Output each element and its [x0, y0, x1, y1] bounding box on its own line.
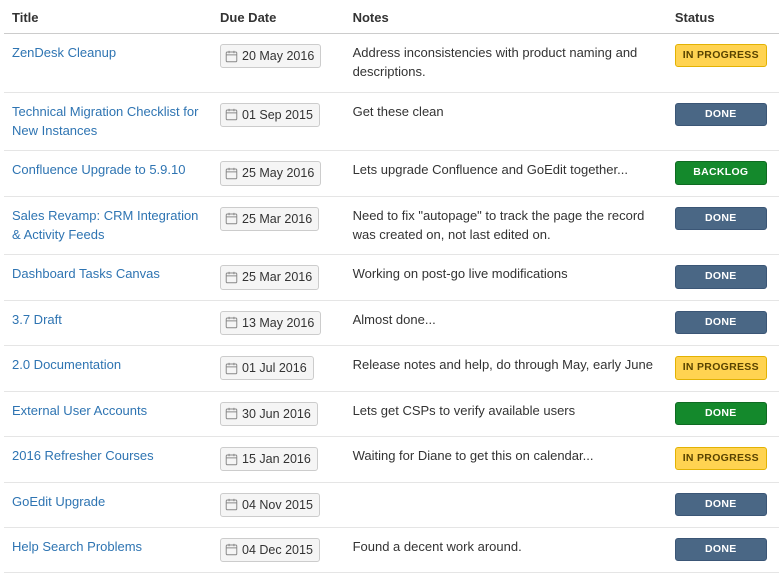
due-date-picker[interactable]: 13 May 2016	[220, 311, 321, 335]
due-date-value: 13 May 2016	[242, 314, 314, 332]
due-date-value: 25 Mar 2016	[242, 268, 312, 286]
due-date-picker[interactable]: 25 May 2016	[220, 161, 321, 185]
status-badge[interactable]: DONE	[675, 402, 767, 425]
task-notes	[345, 482, 667, 527]
task-title-link[interactable]: GoEdit Upgrade	[12, 494, 105, 509]
calendar-icon	[225, 362, 238, 375]
due-date-value: 01 Sep 2015	[242, 106, 313, 124]
table-row: Dashboard Tasks Canvas 25 Mar 2016 Working…	[4, 255, 779, 300]
task-notes: Lets get CSPs to verify available users	[345, 391, 667, 436]
task-notes: Need to fix "autopage" to track the page…	[345, 196, 667, 255]
table-row: External User Accounts 30 Jun 2016 Lets ge…	[4, 391, 779, 436]
calendar-icon	[225, 167, 238, 180]
status-badge[interactable]: IN PROGRESS	[675, 356, 767, 379]
col-header-notes[interactable]: Notes	[345, 4, 667, 34]
table-row: Help Search Problems 04 Dec 2015 Found a d…	[4, 527, 779, 572]
table-row: Technical Migration Checklist for New In…	[4, 92, 779, 151]
table-row: Sales Revamp: CRM Integration & Activity…	[4, 196, 779, 255]
task-title-link[interactable]: Technical Migration Checklist for New In…	[12, 104, 198, 138]
status-badge[interactable]: IN PROGRESS	[675, 44, 767, 67]
calendar-icon	[225, 212, 238, 225]
calendar-icon	[225, 316, 238, 329]
col-header-status[interactable]: Status	[667, 4, 779, 34]
task-title-link[interactable]: Dashboard Tasks Canvas	[12, 266, 160, 281]
col-header-due[interactable]: Due Date	[212, 4, 345, 34]
task-notes: Found a decent work around.	[345, 527, 667, 572]
task-title-link[interactable]: 2.0 Documentation	[12, 357, 121, 372]
task-title-link[interactable]: ZenDesk Cleanup	[12, 45, 116, 60]
due-date-value: 25 May 2016	[242, 164, 314, 182]
due-date-picker[interactable]: 01 Jul 2016	[220, 356, 314, 380]
task-table: Title Due Date Notes Status ZenDesk Clea…	[4, 4, 779, 573]
calendar-icon	[225, 453, 238, 466]
due-date-picker[interactable]: 15 Jan 2016	[220, 447, 318, 471]
table-row: GoEdit Upgrade 04 Nov 2015 DONE	[4, 482, 779, 527]
table-row: Confluence Upgrade to 5.9.10 25 May 2016 L…	[4, 151, 779, 196]
status-badge[interactable]: DONE	[675, 538, 767, 561]
calendar-icon	[225, 543, 238, 556]
calendar-icon	[225, 50, 238, 63]
task-title-link[interactable]: Confluence Upgrade to 5.9.10	[12, 162, 185, 177]
task-title-link[interactable]: Help Search Problems	[12, 539, 142, 554]
table-header-row: Title Due Date Notes Status	[4, 4, 779, 34]
table-row: 2.0 Documentation 01 Jul 2016 Release note…	[4, 346, 779, 391]
task-notes: Release notes and help, do through May, …	[345, 346, 667, 391]
task-notes: Lets upgrade Confluence and GoEdit toget…	[345, 151, 667, 196]
due-date-value: 20 May 2016	[242, 47, 314, 65]
table-row: 3.7 Draft 13 May 2016 Almost done... DONE	[4, 300, 779, 345]
status-badge[interactable]: DONE	[675, 311, 767, 334]
task-title-link[interactable]: Sales Revamp: CRM Integration & Activity…	[12, 208, 198, 242]
status-badge[interactable]: DONE	[675, 103, 767, 126]
due-date-picker[interactable]: 25 Mar 2016	[220, 265, 319, 289]
status-badge[interactable]: DONE	[675, 493, 767, 516]
task-notes: Working on post-go live modifications	[345, 255, 667, 300]
due-date-picker[interactable]: 01 Sep 2015	[220, 103, 320, 127]
status-badge[interactable]: IN PROGRESS	[675, 447, 767, 470]
calendar-icon	[225, 108, 238, 121]
task-title-link[interactable]: 2016 Refresher Courses	[12, 448, 154, 463]
due-date-value: 01 Jul 2016	[242, 359, 307, 377]
task-notes: Almost done...	[345, 300, 667, 345]
due-date-value: 25 Mar 2016	[242, 210, 312, 228]
task-title-link[interactable]: External User Accounts	[12, 403, 147, 418]
due-date-picker[interactable]: 04 Nov 2015	[220, 493, 320, 517]
due-date-value: 04 Dec 2015	[242, 541, 313, 559]
due-date-value: 30 Jun 2016	[242, 405, 311, 423]
status-badge[interactable]: DONE	[675, 265, 767, 288]
task-title-link[interactable]: 3.7 Draft	[12, 312, 62, 327]
status-badge[interactable]: BACKLOG	[675, 161, 767, 184]
calendar-icon	[225, 271, 238, 284]
due-date-picker[interactable]: 25 Mar 2016	[220, 207, 319, 231]
task-notes: Waiting for Diane to get this on calenda…	[345, 437, 667, 482]
calendar-icon	[225, 407, 238, 420]
task-notes: Get these clean	[345, 92, 667, 151]
due-date-picker[interactable]: 30 Jun 2016	[220, 402, 318, 426]
due-date-picker[interactable]: 20 May 2016	[220, 44, 321, 68]
table-row: 2016 Refresher Courses 15 Jan 2016 Waiting…	[4, 437, 779, 482]
status-badge[interactable]: DONE	[675, 207, 767, 230]
calendar-icon	[225, 498, 238, 511]
task-notes: Address inconsistencies with product nam…	[345, 34, 667, 93]
due-date-value: 04 Nov 2015	[242, 496, 313, 514]
col-header-title[interactable]: Title	[4, 4, 212, 34]
table-row: ZenDesk Cleanup 20 May 2016 Address incons…	[4, 34, 779, 93]
due-date-value: 15 Jan 2016	[242, 450, 311, 468]
